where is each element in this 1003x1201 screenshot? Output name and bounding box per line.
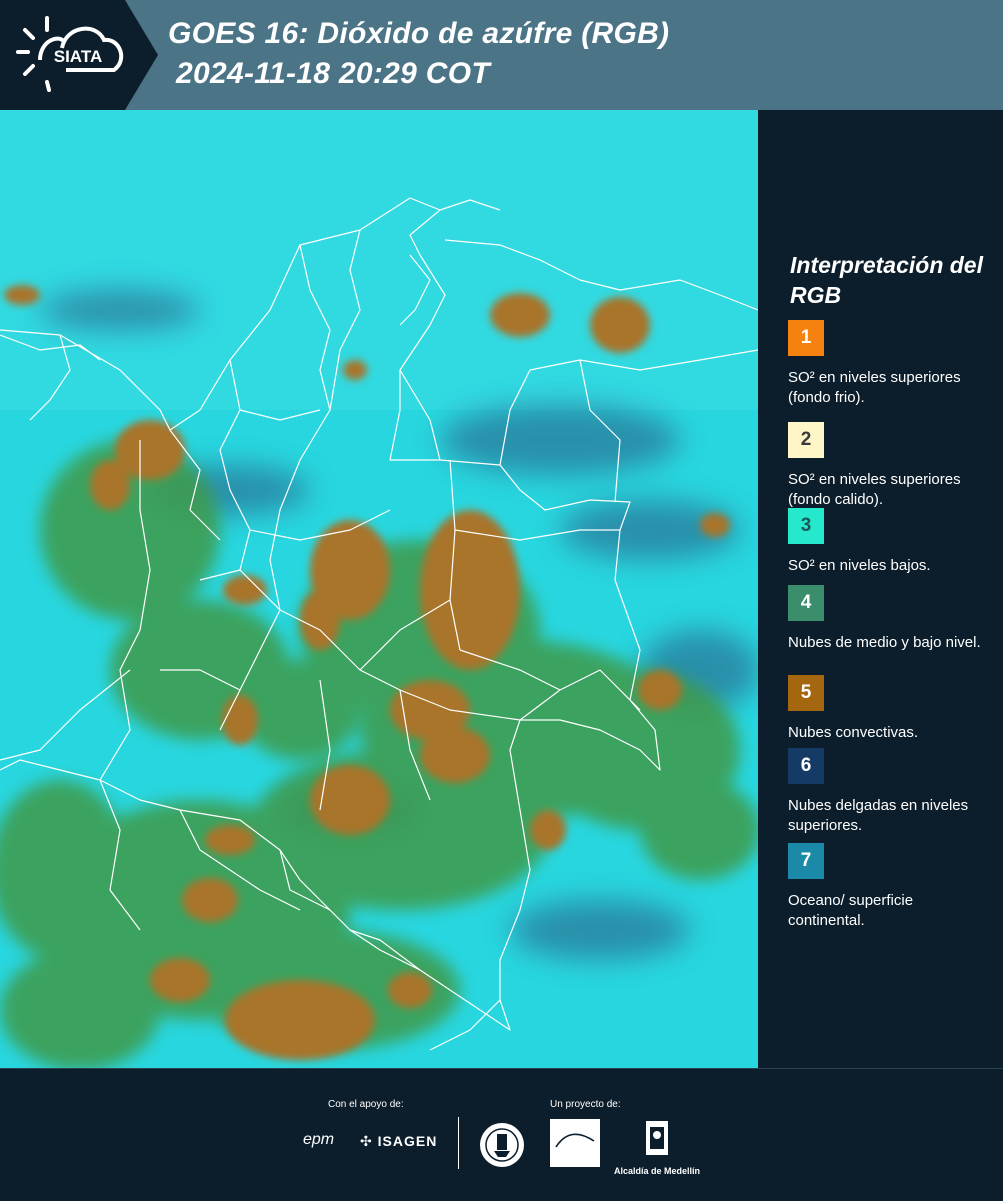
legend-item: 2 SO² en niveles superiores (fondo calido… xyxy=(788,422,993,510)
satellite-map xyxy=(0,110,758,1068)
project-label: Un proyecto de: xyxy=(550,1099,621,1110)
legend-swatch: 4 xyxy=(788,585,824,621)
support-label: Con el apoyo de: xyxy=(328,1099,404,1110)
legend-swatch: 2 xyxy=(788,422,824,458)
legend-item: 1 SO² en niveles superiores (fondo frio). xyxy=(788,320,993,408)
legend-swatch: 1 xyxy=(788,320,824,356)
legend-description: SO² en niveles superiores (fondo calido)… xyxy=(788,471,961,508)
legend-description: Nubes de medio y bajo nivel. xyxy=(788,634,981,651)
medellin-seal-icon xyxy=(480,1123,524,1167)
footer-divider xyxy=(458,1117,459,1169)
epm-logo: epm xyxy=(303,1131,335,1148)
page-title: GOES 16: Dióxido de azúfre (RGB) 2024-11… xyxy=(168,14,669,94)
legend-item: 7 Oceano/ superficie continental. xyxy=(788,843,993,931)
siata-logo-text: SIATA xyxy=(54,47,102,66)
legend-item: 4 Nubes de medio y bajo nivel. xyxy=(788,585,993,653)
legend-panel: Interpretación del RGB 1 SO² en niveles s… xyxy=(760,110,1003,1068)
legend-swatch: 7 xyxy=(788,843,824,879)
legend-description: SO² en niveles superiores (fondo frio). xyxy=(788,369,961,406)
legend-swatch: 6 xyxy=(788,748,824,784)
rgb-composite-image xyxy=(0,110,758,1068)
alcaldia-logo: Alcaldía de Medellín xyxy=(612,1119,702,1176)
legend-item: 3 SO² en niveles bajos. xyxy=(788,508,993,576)
legend-swatch: 5 xyxy=(788,675,824,711)
header-bar: SIATA GOES 16: Dióxido de azúfre (RGB) 2… xyxy=(0,0,1003,110)
footer-bar: Con el apoyo de: Un proyecto de: epm ✣ I… xyxy=(0,1068,1003,1201)
alcaldia-crest-icon xyxy=(646,1121,668,1155)
area-metropolitana-logo xyxy=(550,1119,600,1172)
legend-title: Interpretación del RGB xyxy=(790,252,983,308)
legend-description: Oceano/ superficie continental. xyxy=(788,892,914,929)
legend-description: Nubes convectivas. xyxy=(788,724,919,741)
legend-swatch: 3 xyxy=(788,508,824,544)
alcaldia-logo-text: Alcaldía de Medellín xyxy=(613,1166,701,1176)
legend-item: 6 Nubes delgadas en niveles superiores. xyxy=(788,748,993,836)
legend-item: 5 Nubes convectivas. xyxy=(788,675,993,743)
legend-description: Nubes delgadas en niveles superiores. xyxy=(788,797,969,834)
isagen-logo-text: ISAGEN xyxy=(377,1133,438,1149)
isagen-icon: ✣ xyxy=(360,1133,373,1149)
title-line-2: 2024-11-18 20:29 COT xyxy=(176,57,490,90)
title-line-1: GOES 16: Dióxido de azúfre (RGB) xyxy=(168,17,670,50)
legend-description: SO² en niveles bajos. xyxy=(788,557,931,574)
isagen-logo: ✣ ISAGEN xyxy=(360,1133,437,1150)
siata-logo: SIATA xyxy=(0,0,160,110)
